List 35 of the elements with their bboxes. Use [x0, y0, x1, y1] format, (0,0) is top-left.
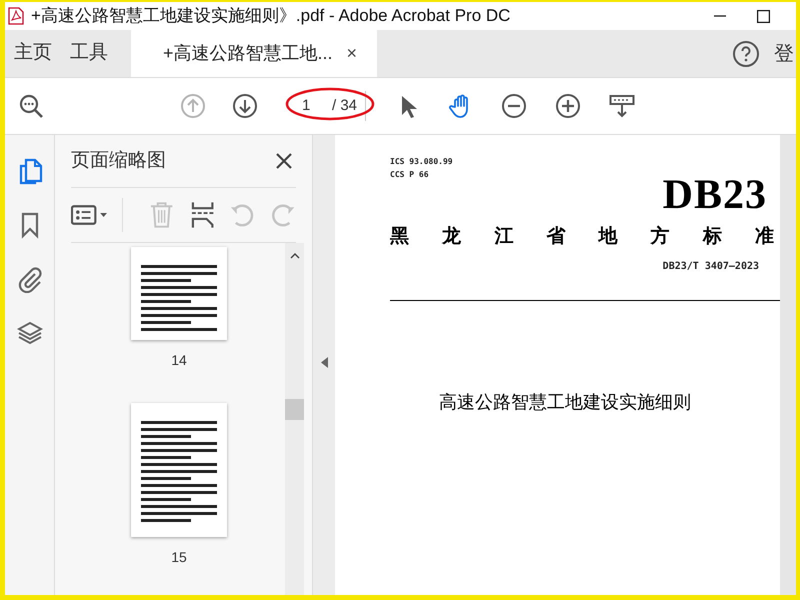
layers-icon[interactable]: [16, 319, 42, 347]
page-thumbnail[interactable]: [131, 403, 227, 537]
maximize-icon[interactable]: [757, 10, 770, 22]
scroll-up-icon[interactable]: [290, 253, 300, 259]
insert-pages-icon[interactable]: [190, 201, 216, 229]
panel-title: 页面缩略图: [71, 148, 166, 173]
page-thumbnail[interactable]: [131, 247, 227, 340]
page-number-field[interactable]: 1: [302, 94, 324, 118]
standard-category: 黑龙江省地方标准: [390, 224, 774, 249]
document-title: 高速公路智慧工地建设实施细则: [439, 391, 691, 415]
page-number-label: 14: [171, 351, 187, 370]
tab-close-button[interactable]: ×: [346, 40, 358, 67]
standard-code: DB23: [662, 175, 767, 215]
ccs-code: CCS P 66: [390, 169, 430, 181]
zoom-in-icon[interactable]: [555, 93, 582, 119]
search-icon[interactable]: [18, 93, 44, 119]
arrow-down-icon[interactable]: [232, 93, 258, 119]
page-total: / 34: [332, 96, 358, 116]
ics-code: ICS 93.080.99: [390, 156, 454, 168]
tab[interactable]: +高速公路智慧工地... ×: [131, 30, 378, 77]
sign-in-link[interactable]: 登: [774, 38, 794, 68]
collapse-arrow-icon[interactable]: [320, 356, 328, 368]
tab[interactable]: 工具: [65, 30, 113, 77]
page-number-label: 15: [171, 548, 187, 567]
tab[interactable]: 主页: [9, 30, 57, 77]
paperclip-icon[interactable]: [16, 265, 42, 293]
window-title: +高速公路智慧工地建设实施细则》.pdf - Adobe Acrobat Pro DC: [31, 5, 510, 28]
help-icon[interactable]: [732, 40, 760, 68]
close-icon[interactable]: [276, 153, 292, 169]
standard-number: DB23/T 3407—2023: [662, 260, 759, 274]
list-options-icon[interactable]: [71, 203, 110, 227]
scrollbar[interactable]: [285, 243, 304, 595]
zoom-out-icon[interactable]: [501, 93, 528, 119]
scrollbar-thumb[interactable]: [285, 399, 304, 420]
keyboard-arrow-icon[interactable]: [609, 93, 636, 119]
